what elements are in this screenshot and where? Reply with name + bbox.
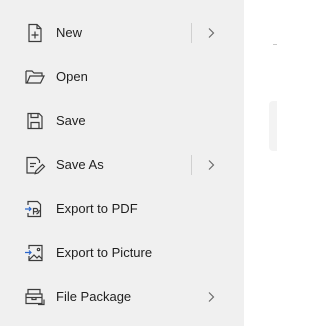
file-package-icon xyxy=(24,286,46,308)
save-as-icon xyxy=(24,154,46,176)
export-pdf-icon xyxy=(24,198,46,220)
chevron-right-icon[interactable] xyxy=(205,158,217,172)
menu-item-export-pdf[interactable]: Export to PDF xyxy=(0,187,244,231)
menu-item-save-label: Save xyxy=(56,113,86,128)
menu-item-save-as-label: Save As xyxy=(56,157,104,172)
menu-item-file-package[interactable]: File Package xyxy=(0,275,244,319)
backstage-content-pane xyxy=(244,0,277,326)
save-icon xyxy=(24,110,46,132)
menu-item-export-pdf-label: Export to PDF xyxy=(56,201,138,216)
menu-item-open[interactable]: Open xyxy=(0,55,244,99)
menu-item-new[interactable]: New xyxy=(0,11,244,55)
chevron-right-icon[interactable] xyxy=(205,26,217,40)
export-picture-icon xyxy=(24,242,46,264)
chevron-right-icon[interactable] xyxy=(205,290,217,304)
menu-item-new-label: New xyxy=(56,25,83,40)
content-card-edge[interactable] xyxy=(269,101,277,151)
submenu-divider xyxy=(191,155,192,175)
file-menu: New Open Save Save As Export to PDF Expo… xyxy=(0,0,244,326)
menu-item-save-as[interactable]: Save As xyxy=(0,143,244,187)
menu-item-open-label: Open xyxy=(56,69,88,84)
open-folder-icon xyxy=(24,66,46,88)
menu-item-file-package-label: File Package xyxy=(56,289,132,304)
menu-item-export-picture[interactable]: Export to Picture xyxy=(0,231,244,275)
menu-item-export-picture-label: Export to Picture xyxy=(56,245,153,260)
content-divider xyxy=(273,44,277,45)
new-file-icon xyxy=(24,22,46,44)
menu-item-save[interactable]: Save xyxy=(0,99,244,143)
submenu-divider xyxy=(191,23,192,43)
